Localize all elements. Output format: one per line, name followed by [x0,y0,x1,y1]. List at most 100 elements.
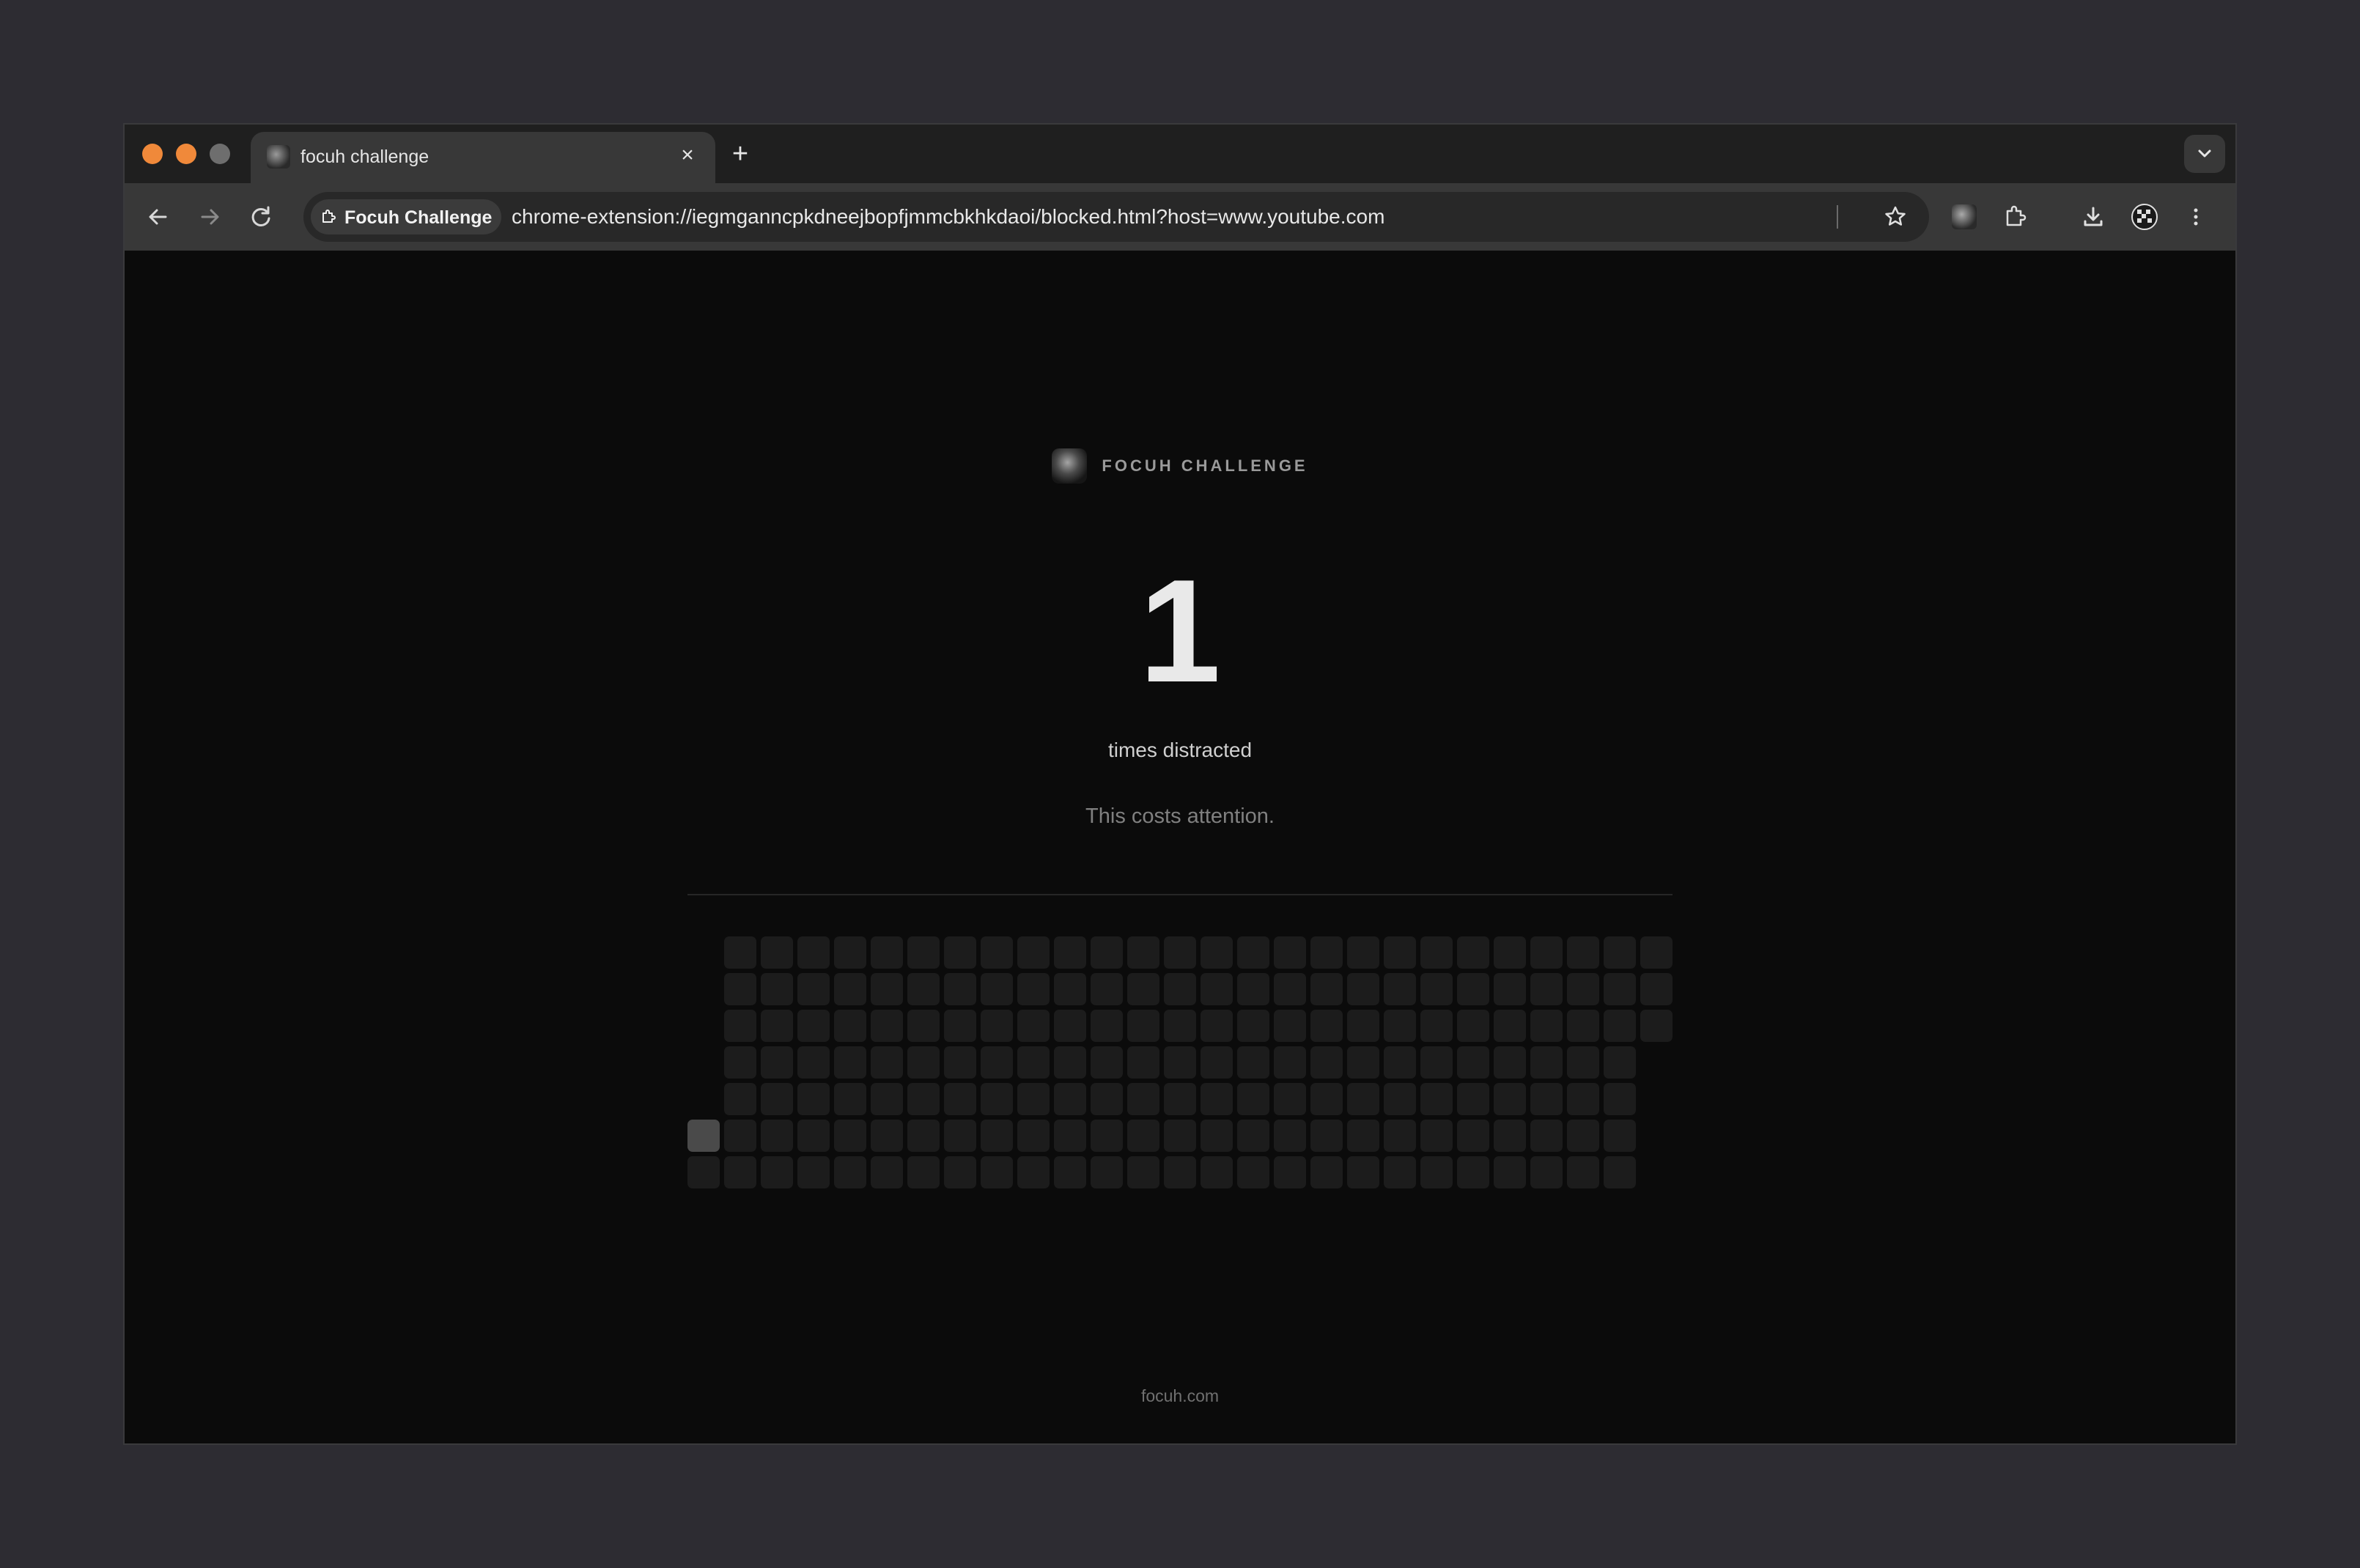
kebab-menu-icon[interactable] [2181,202,2210,232]
reload-icon[interactable] [246,202,276,232]
grid-cell [1237,1046,1269,1079]
grid-cell [1127,1120,1159,1152]
grid-cell [1310,1156,1343,1188]
grid-cell [761,1083,793,1115]
grid-cell [1347,1046,1379,1079]
grid-cell [981,1156,1013,1188]
grid-cell [1054,936,1086,969]
grid-cell [1310,1010,1343,1042]
grid-cell [871,1156,903,1188]
new-tab-button[interactable]: + [726,139,755,169]
grid-cell [1494,1010,1526,1042]
count-label: times distracted [1107,739,1253,761]
grid-cell [1457,1156,1489,1188]
minimize-window-button[interactable] [176,144,196,164]
grid-cell [907,936,940,969]
toolbar: Focuh Challenge chrome-extension://iegmg… [125,183,2235,251]
grid-cell [724,1156,756,1188]
grid-cell [1054,1083,1086,1115]
grid-cell [1494,973,1526,1005]
grid-cell [797,1156,830,1188]
footer-link[interactable]: focuh.com [125,1386,2235,1406]
grid-cell [1567,1010,1599,1042]
grid-cell [1494,1046,1526,1079]
grid-cell [1274,1046,1306,1079]
focuh-extension-icon[interactable] [1950,202,1979,232]
grid-cell [761,1120,793,1152]
grid-cell [1274,1083,1306,1115]
grid-cell [687,1156,720,1188]
grid-cell [1384,1156,1416,1188]
grid-cell [944,1046,976,1079]
grid-cell [1127,973,1159,1005]
grid-cell [1384,1046,1416,1079]
grid-cell [1384,973,1416,1005]
grid-cell [1054,973,1086,1005]
grid-cell [724,973,756,1005]
tab-focuh-challenge[interactable]: focuh challenge × [251,132,715,183]
grid-cell [1384,1010,1416,1042]
grid-cell [981,973,1013,1005]
back-arrow-icon[interactable] [144,202,173,232]
grid-cell [907,1046,940,1079]
grid-cell [834,1046,866,1079]
maximize-window-button[interactable] [210,144,230,164]
grid-cell [1274,1120,1306,1152]
grid-cell [907,973,940,1005]
grid-cell [797,1046,830,1079]
grid-cell [1420,936,1453,969]
grid-cell [761,936,793,969]
grid-cell [1164,1120,1196,1152]
grid-cell [1237,1156,1269,1188]
url-text[interactable]: chrome-extension://iegmganncpkdneejbopfj… [512,205,1384,229]
grid-cell [1604,1046,1636,1079]
grid-cell [871,1010,903,1042]
grid-cell [1420,1010,1453,1042]
grid-cell [1017,973,1050,1005]
grid-cell [1091,1046,1123,1079]
grid-cell [724,1010,756,1042]
grid-cell [981,1083,1013,1115]
grid-cell [944,1010,976,1042]
grid-cell [871,973,903,1005]
grid-cell [1017,1120,1050,1152]
download-icon[interactable] [2079,202,2108,232]
grid-cell [1604,1156,1636,1188]
grid-cell [1347,1120,1379,1152]
grid-cell [761,1046,793,1079]
grid-cell [1127,936,1159,969]
focuh-logo-icon [267,145,290,169]
grid-cell [907,1010,940,1042]
grid-cell [871,1046,903,1079]
grid-cell [724,936,756,969]
forward-arrow-icon[interactable] [195,202,224,232]
grid-cell [1164,1083,1196,1115]
close-window-button[interactable] [142,144,163,164]
grid-cell [1420,973,1453,1005]
avatar-icon[interactable] [2130,202,2159,232]
chevron-down-icon [2198,149,2211,158]
grid-cell [1017,936,1050,969]
puzzle-icon[interactable] [2001,202,2030,232]
grid-cell [1237,1083,1269,1115]
grid-cell [981,936,1013,969]
star-icon[interactable] [1882,204,1909,230]
grid-cell [1127,1156,1159,1188]
grid-cell [1530,1156,1563,1188]
divider [687,894,1673,895]
grid-cell [724,1120,756,1152]
close-icon[interactable]: × [674,142,701,169]
grid-cell [1201,1120,1233,1152]
tab-search-button[interactable] [2184,135,2225,173]
grid-cell [1420,1046,1453,1079]
grid-cell [1640,1010,1673,1042]
grid-cell [834,936,866,969]
grid-cell [1457,1010,1489,1042]
grid-cell [1054,1120,1086,1152]
focuh-logo-icon [1052,448,1088,484]
site-info-chip[interactable]: Focuh Challenge [311,199,501,234]
grid-cell [944,1120,976,1152]
grid-cell [1457,936,1489,969]
address-bar[interactable]: Focuh Challenge chrome-extension://iegmg… [303,192,1929,242]
grid-cell [1091,973,1123,1005]
